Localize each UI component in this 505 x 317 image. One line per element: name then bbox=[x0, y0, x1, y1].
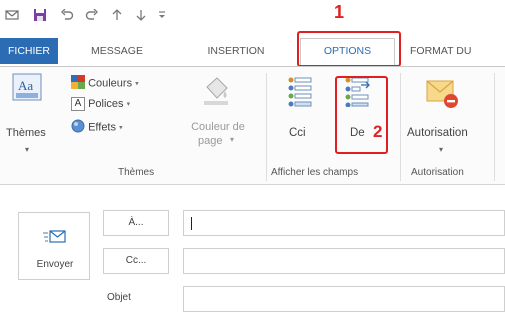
message-compose-area: Envoyer À... Cc... Objet bbox=[0, 186, 505, 317]
ribbon-tabs: FICHIER MESSAGE INSERTION OPTIONS FORMAT… bbox=[0, 30, 505, 66]
redo-icon[interactable] bbox=[85, 8, 99, 22]
tab-format[interactable]: FORMAT DU bbox=[410, 40, 502, 62]
bcc-button[interactable]: Cci bbox=[280, 77, 320, 147]
permission-button[interactable]: Autorisation ▾ bbox=[405, 77, 479, 161]
permission-label: Autorisation bbox=[407, 127, 468, 139]
colors-icon bbox=[71, 75, 85, 92]
highlight-box-from bbox=[335, 76, 388, 154]
effects-label: Effets bbox=[88, 121, 116, 134]
effects-icon bbox=[71, 119, 85, 136]
email-icon[interactable] bbox=[5, 8, 19, 22]
cc-button[interactable]: Cc... bbox=[103, 248, 169, 274]
tab-message[interactable]: MESSAGE bbox=[78, 40, 156, 62]
subject-field[interactable] bbox=[183, 286, 505, 312]
tab-insertion[interactable]: INSERTION bbox=[195, 40, 277, 62]
svg-text:Aa: Aa bbox=[18, 78, 33, 93]
themes-icon: Aa bbox=[12, 73, 42, 104]
customize-dropdown-icon[interactable] bbox=[155, 8, 169, 22]
to-field[interactable] bbox=[183, 210, 505, 236]
themes-button[interactable]: Aa Thèmes ▾ bbox=[6, 73, 50, 154]
send-button[interactable]: Envoyer bbox=[18, 212, 90, 280]
down-arrow-icon[interactable] bbox=[134, 8, 148, 22]
themes-label: Thèmes bbox=[6, 127, 46, 139]
group-separator bbox=[494, 73, 495, 181]
send-label: Envoyer bbox=[36, 259, 74, 270]
page-color-label: Couleur de bbox=[191, 121, 245, 133]
effects-button[interactable]: Effets ▾ bbox=[71, 119, 123, 137]
subject-label: Objet bbox=[107, 292, 131, 303]
fonts-button[interactable]: A Polices ▾ bbox=[71, 97, 130, 115]
group-separator bbox=[266, 73, 267, 181]
quick-access-toolbar: 1 bbox=[0, 0, 505, 30]
group-separator bbox=[400, 73, 401, 181]
undo-icon[interactable] bbox=[60, 8, 74, 22]
save-icon[interactable] bbox=[33, 8, 47, 22]
fonts-label: Polices bbox=[88, 98, 124, 110]
page-color-label-line2: page bbox=[198, 135, 223, 147]
text-cursor bbox=[191, 217, 192, 230]
tab-fichier[interactable]: FICHIER bbox=[0, 38, 58, 64]
up-arrow-icon[interactable] bbox=[110, 8, 124, 22]
bcc-field-icon bbox=[288, 77, 312, 110]
colors-dropdown-icon: ▾ bbox=[135, 80, 139, 88]
permission-envelope-icon bbox=[425, 77, 459, 112]
colors-button[interactable]: Couleurs ▾ bbox=[71, 75, 139, 93]
themes-group-label: Thèmes bbox=[118, 167, 155, 178]
page-color-dropdown-icon: ▾ bbox=[230, 135, 235, 144]
bcc-label: Cci bbox=[289, 127, 306, 139]
colors-label: Couleurs bbox=[88, 77, 133, 90]
send-icon bbox=[43, 229, 67, 248]
paint-bucket-icon bbox=[201, 75, 231, 110]
fonts-dropdown-icon: ▾ bbox=[126, 101, 131, 108]
show-fields-group-label: Afficher les champs bbox=[271, 167, 359, 178]
highlight-box-options bbox=[297, 31, 401, 67]
effects-dropdown-icon: ▾ bbox=[119, 124, 123, 132]
permission-dropdown-icon: ▾ bbox=[439, 145, 444, 154]
permission-group-label: Autorisation bbox=[411, 167, 464, 178]
to-button[interactable]: À... bbox=[103, 210, 169, 236]
ribbon-options-panel: Aa Thèmes ▾ Couleurs ▾ A Polices ▾ Effet… bbox=[0, 66, 505, 185]
fonts-icon: A bbox=[71, 97, 85, 111]
annotation-number-1: 1 bbox=[334, 2, 345, 22]
themes-dropdown-icon: ▾ bbox=[25, 145, 30, 154]
page-color-button[interactable]: Couleur de page ▾ bbox=[178, 75, 258, 165]
cc-field[interactable] bbox=[183, 248, 505, 274]
